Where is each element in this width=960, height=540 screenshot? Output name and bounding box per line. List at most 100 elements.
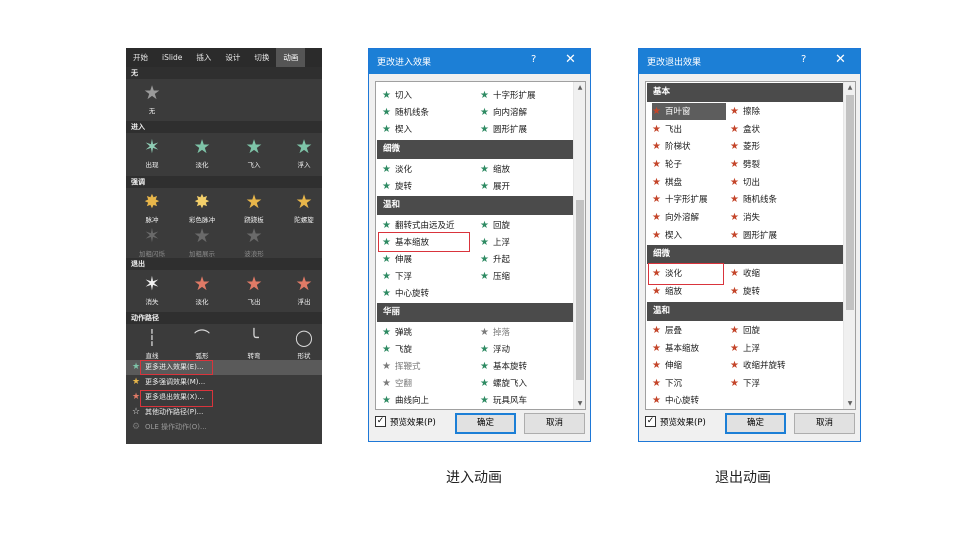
effect-item[interactable]: ★ 回旋 <box>730 322 760 339</box>
path-line[interactable]: ┆ 直线 <box>130 326 174 360</box>
path-arc[interactable]: ⌒ 弧形 <box>180 326 224 360</box>
effect-item[interactable]: ★ 下浮 <box>730 375 760 392</box>
cancel-button[interactable]: 取消 <box>794 413 855 434</box>
effect-item[interactable]: ★ 伸缩 <box>652 357 682 374</box>
anim-exit-fly-out[interactable]: ★ 飞出 <box>232 272 276 306</box>
anim-entrance-appear[interactable]: ✶ 出现 <box>130 135 174 169</box>
anim-exit-float-out[interactable]: ★ 浮出 <box>282 272 326 306</box>
scroll-down-arrow-icon[interactable]: ▼ <box>574 398 585 409</box>
effect-item[interactable]: ★ 升起 <box>480 251 510 268</box>
path-shape[interactable]: ◯ 形状 <box>282 326 326 360</box>
effect-item[interactable]: ★ 向外溶解 <box>652 209 699 226</box>
effect-item[interactable]: ★ 收缩 <box>730 265 760 282</box>
effect-item[interactable]: ★ 楔入 <box>652 227 682 244</box>
tab-islide[interactable]: iSlide <box>155 48 189 67</box>
effect-item[interactable]: ★ 十字形扩展 <box>652 191 708 208</box>
effect-item[interactable]: ★ 回旋 <box>480 217 510 234</box>
effect-item[interactable]: ★ 十字形扩展 <box>480 87 536 104</box>
effect-item[interactable]: ★ 缩放 <box>652 283 682 300</box>
preview-checkbox[interactable]: ✓ <box>375 416 386 427</box>
effect-item[interactable]: ★ 收缩并旋转 <box>730 357 786 374</box>
effect-item[interactable]: ★ 曲线向上 <box>382 392 429 409</box>
effect-item[interactable]: ★ 随机线条 <box>382 104 429 121</box>
effect-item[interactable]: ★ 轮子 <box>652 156 682 173</box>
path-turn[interactable]: ╰ 转弯 <box>232 326 276 360</box>
effect-item[interactable]: ★ 盒状 <box>730 121 760 138</box>
effect-item[interactable]: ★ 基本旋转 <box>480 358 527 375</box>
effect-item[interactable]: ★ 玩具风车 <box>480 392 527 409</box>
effect-item[interactable]: ★ 下沉 <box>652 375 682 392</box>
effect-item[interactable]: ★ 挥鞭式 <box>382 358 421 375</box>
scroll-down-arrow-icon[interactable]: ▼ <box>844 398 855 409</box>
effect-item[interactable]: ★ 旋转 <box>382 178 412 195</box>
help-icon[interactable]: ? <box>801 54 806 65</box>
effect-item-selected[interactable]: ★ 百叶窗 <box>652 103 726 120</box>
tab-home[interactable]: 开始 <box>126 48 155 67</box>
effect-item[interactable]: ★ 螺旋飞入 <box>480 375 527 392</box>
effect-item[interactable]: ★ 菱形 <box>730 138 760 155</box>
close-icon[interactable]: ✕ <box>565 52 576 67</box>
effect-item[interactable]: ★ 下浮 <box>382 268 412 285</box>
effect-item[interactable]: ★ 浮动 <box>480 341 510 358</box>
scroll-thumb[interactable] <box>846 95 854 310</box>
effect-item[interactable]: ★ 楔入 <box>382 121 412 138</box>
preview-checkbox[interactable]: ✓ <box>645 416 656 427</box>
anim-entrance-fly-in[interactable]: ★ 飞入 <box>232 135 276 169</box>
effect-item[interactable]: ★ 消失 <box>730 209 760 226</box>
anim-entrance-float-in[interactable]: ★ 浮入 <box>282 135 326 169</box>
anim-exit-disappear[interactable]: ✶ 消失 <box>130 272 174 306</box>
effect-item[interactable]: ★ 飞出 <box>652 121 682 138</box>
effect-item[interactable]: ★ 随机线条 <box>730 191 777 208</box>
tab-insert[interactable]: 插入 <box>189 48 218 67</box>
cancel-button[interactable]: 取消 <box>524 413 585 434</box>
anim-emphasis-spin[interactable]: ★ 陀螺旋 <box>282 190 326 224</box>
anim-entrance-fade[interactable]: ★ 淡化 <box>180 135 224 169</box>
more-emphasis-effects-menu-item[interactable]: ★ 更多强调效果(M)... <box>126 375 322 390</box>
anim-emphasis-teeter[interactable]: ★ 跷跷板 <box>232 190 276 224</box>
effect-item[interactable]: ★ 擦除 <box>730 103 760 120</box>
effect-item[interactable]: ★ 掉落 <box>480 324 510 341</box>
effect-item[interactable]: ★ 淡化 <box>382 161 412 178</box>
anim-emphasis-pulse[interactable]: ✸ 脉冲 <box>130 190 174 224</box>
effect-item[interactable]: ★ 向内溶解 <box>480 104 527 121</box>
anim-none[interactable]: ★ 无 <box>130 81 174 115</box>
anim-emphasis-color-pulse[interactable]: ✸ 彩色脉冲 <box>180 190 224 224</box>
ok-button[interactable]: 确定 <box>455 413 516 434</box>
effect-item[interactable]: ★ 伸展 <box>382 251 412 268</box>
effect-item[interactable]: ★ 压缩 <box>480 268 510 285</box>
anim-exit-fade[interactable]: ★ 淡化 <box>180 272 224 306</box>
close-icon[interactable]: ✕ <box>835 52 846 67</box>
effect-item[interactable]: ★ 空翻 <box>382 375 412 392</box>
effect-item[interactable]: ★ 圆形扩展 <box>480 121 527 138</box>
effect-item[interactable]: ★ 展开 <box>480 178 510 195</box>
list-scrollbar[interactable]: ▲ ▼ <box>573 82 585 409</box>
effect-item[interactable]: ★ 阶梯状 <box>652 138 691 155</box>
effect-item[interactable]: ★ 基本缩放 <box>652 340 699 357</box>
effect-item[interactable]: ★ 圆形扩展 <box>730 227 777 244</box>
effect-item[interactable]: ★ 切出 <box>730 174 760 191</box>
scroll-up-arrow-icon[interactable]: ▲ <box>844 82 855 93</box>
more-motion-paths-menu-item[interactable]: ☆ 其他动作路径(P)... <box>126 405 322 420</box>
ok-button[interactable]: 确定 <box>725 413 786 434</box>
tab-transitions[interactable]: 切换 <box>247 48 276 67</box>
tab-animations[interactable]: 动画 <box>276 48 306 67</box>
scroll-thumb[interactable] <box>576 200 584 380</box>
effect-item[interactable]: ★ 中心旋转 <box>652 392 699 409</box>
effect-item[interactable]: ★ 劈裂 <box>730 156 760 173</box>
effect-item[interactable]: ★ 上浮 <box>730 340 760 357</box>
effects-list[interactable]: 基本 ★ 百叶窗 ★ 擦除 ★ 飞出 ★ 盒状 ★ 阶梯状 ★ 菱形 ★ 轮子 ★ 劈裂 ★ 棋盘… <box>645 81 856 410</box>
effect-item[interactable]: ★ 上浮 <box>480 234 510 251</box>
effect-item[interactable]: ★ 旋转 <box>730 283 760 300</box>
scroll-up-arrow-icon[interactable]: ▲ <box>574 82 585 93</box>
list-scrollbar[interactable]: ▲ ▼ <box>843 82 855 409</box>
tab-design[interactable]: 设计 <box>218 48 247 67</box>
effect-item[interactable]: ★ 飞旋 <box>382 341 412 358</box>
effect-item[interactable]: ★ 弹跳 <box>382 324 412 341</box>
effects-list[interactable]: ★ 切入 ★ 十字形扩展 ★ 随机线条 ★ 向内溶解 ★ 楔入 ★ 圆形扩展 细微 ★ 淡化 … <box>375 81 586 410</box>
help-icon[interactable]: ? <box>531 54 536 65</box>
effect-item[interactable]: ★ 中心旋转 <box>382 285 429 302</box>
effect-item[interactable]: ★ 层叠 <box>652 322 682 339</box>
effect-item[interactable]: ★ 切入 <box>382 87 412 104</box>
effect-item[interactable]: ★ 缩放 <box>480 161 510 178</box>
effect-item[interactable]: ★ 棋盘 <box>652 174 682 191</box>
